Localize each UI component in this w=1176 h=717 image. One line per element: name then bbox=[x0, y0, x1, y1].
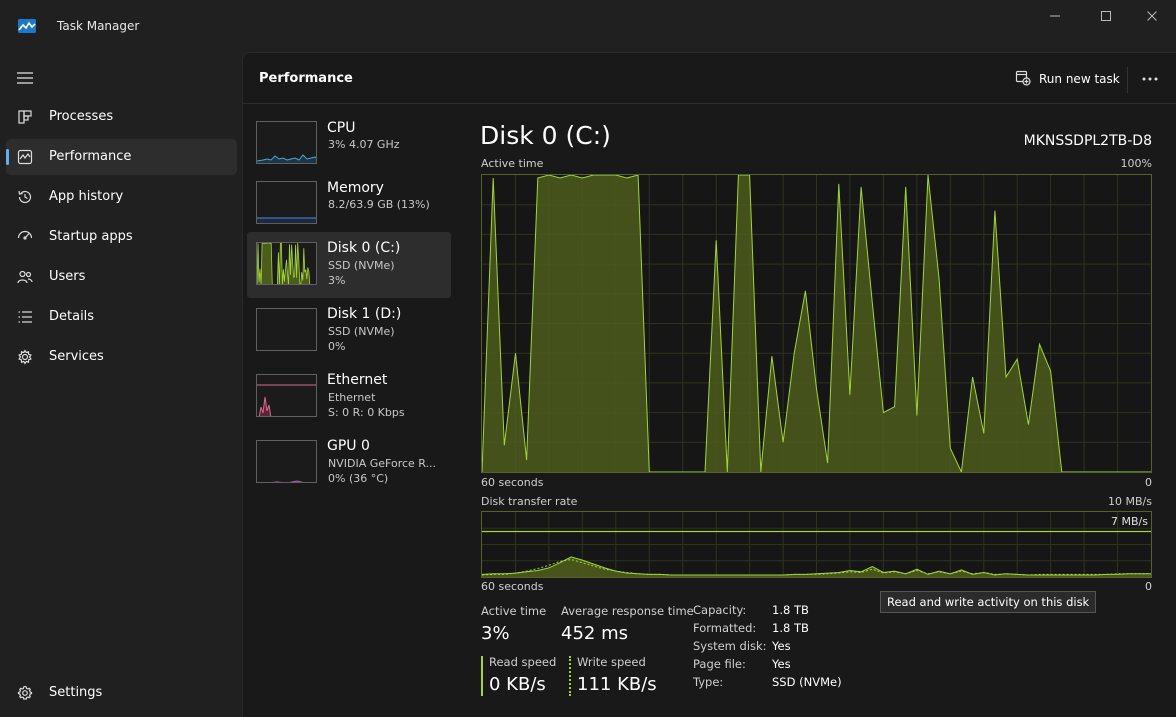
system-disk-value: Yes bbox=[772, 639, 791, 653]
type-label: Type: bbox=[693, 675, 724, 689]
run-new-task-button[interactable]: Run new task bbox=[1013, 68, 1123, 92]
close-button[interactable] bbox=[1137, 6, 1167, 26]
type-value: SSD (NVMe) bbox=[772, 675, 842, 689]
nav-item-settings[interactable]: Settings bbox=[6, 675, 237, 711]
nav-item-startup-apps[interactable]: Startup apps bbox=[6, 219, 237, 255]
hamburger-menu-icon[interactable] bbox=[16, 70, 34, 84]
title-bar: Task Manager bbox=[0, 0, 1176, 52]
device-name: CPU bbox=[327, 120, 356, 136]
device-name: Ethernet bbox=[327, 372, 388, 388]
transfer-rate-chart bbox=[481, 512, 1151, 577]
performance-page: Performance Run new task CPU 3% 4.07 GHz bbox=[242, 52, 1176, 717]
device-detail: Ethernet bbox=[328, 391, 376, 404]
transfer-rate-tooltip: Read and write activity on this disk bbox=[880, 591, 1097, 613]
device-name: Memory bbox=[327, 180, 384, 196]
device-name: GPU 0 bbox=[327, 438, 370, 454]
window-title: Task Manager bbox=[57, 19, 140, 33]
active-time-span-label: 60 seconds bbox=[481, 476, 544, 489]
device-usage: 0% bbox=[328, 340, 346, 353]
details-icon bbox=[17, 309, 33, 325]
active-time-graph bbox=[481, 174, 1152, 474]
device-memory[interactable]: Memory 8.2/63.9 GB (13%) bbox=[247, 173, 451, 239]
device-name: Disk 1 (D:) bbox=[327, 306, 402, 322]
app-history-icon bbox=[17, 189, 33, 205]
transfer-rate-max-label: 10 MB/s bbox=[1108, 495, 1152, 508]
gpu-thumbnail-graph bbox=[256, 440, 317, 483]
device-ethernet[interactable]: Ethernet Ethernet S: 0 R: 0 Kbps bbox=[247, 364, 451, 430]
active-indicator bbox=[6, 149, 9, 165]
device-detail: 8.2/63.9 GB (13%) bbox=[328, 198, 430, 211]
processes-icon bbox=[17, 109, 33, 125]
page-file-value: Yes bbox=[772, 657, 791, 671]
maximize-button[interactable] bbox=[1091, 6, 1121, 26]
nav-item-details[interactable]: Details bbox=[6, 299, 237, 335]
transfer-zero-label: 0 bbox=[1145, 580, 1152, 593]
read-speed-label: Read speed bbox=[489, 655, 557, 669]
nav-item-performance[interactable]: Performance bbox=[6, 139, 237, 175]
task-manager-icon bbox=[18, 18, 36, 33]
capacity-label: Capacity: bbox=[693, 603, 747, 617]
write-speed-indicator bbox=[569, 656, 571, 696]
transfer-reference-label: 7 MB/s bbox=[1111, 515, 1148, 528]
device-cpu[interactable]: CPU 3% 4.07 GHz bbox=[247, 113, 451, 179]
disk-1-thumbnail-graph bbox=[256, 308, 317, 351]
header-divider bbox=[243, 103, 1176, 104]
cpu-thumbnail-graph bbox=[256, 121, 317, 164]
page-file-label: Page file: bbox=[693, 657, 746, 671]
device-detail: SSD (NVMe) bbox=[328, 259, 395, 272]
device-detail: SSD (NVMe) bbox=[328, 325, 395, 338]
device-usage: 0% (36 °C) bbox=[328, 472, 389, 485]
device-detail: NVIDIA GeForce R... bbox=[328, 457, 437, 470]
device-disk-0[interactable]: Disk 0 (C:) SSD (NVMe) 3% bbox=[247, 232, 451, 298]
nav-item-processes[interactable]: Processes bbox=[6, 99, 237, 135]
startup-apps-icon bbox=[17, 229, 33, 245]
device-disk-1[interactable]: Disk 1 (D:) SSD (NVMe) 0% bbox=[247, 298, 451, 364]
minimize-button[interactable] bbox=[1040, 6, 1070, 26]
active-time-chart bbox=[481, 174, 1151, 474]
write-speed-value: 111 KB/s bbox=[577, 674, 657, 695]
header-separator bbox=[1127, 67, 1128, 93]
formatted-value: 1.8 TB bbox=[772, 621, 809, 635]
device-name: Disk 0 (C:) bbox=[327, 240, 401, 256]
performance-icon bbox=[17, 149, 33, 165]
active-time-graph-label: Active time bbox=[481, 157, 544, 170]
transfer-rate-graph-label: Disk transfer rate bbox=[481, 495, 578, 508]
active-time-zero-label: 0 bbox=[1145, 476, 1152, 489]
active-time-stat-label: Active time bbox=[481, 604, 547, 618]
users-icon bbox=[17, 269, 33, 285]
write-speed-label: Write speed bbox=[577, 655, 646, 669]
active-time-max-label: 100% bbox=[1120, 157, 1152, 170]
ethernet-thumbnail-graph bbox=[256, 374, 317, 417]
disk-model: MKNSSDPL2TB-D8 bbox=[1023, 133, 1152, 149]
read-speed-indicator bbox=[481, 656, 483, 696]
device-detail: 3% 4.07 GHz bbox=[328, 138, 400, 151]
device-gpu-0[interactable]: GPU 0 NVIDIA GeForce R... 0% (36 °C) bbox=[247, 430, 451, 496]
read-speed-value: 0 KB/s bbox=[489, 674, 546, 695]
run-new-task-icon bbox=[1015, 70, 1031, 90]
page-title: Performance bbox=[259, 71, 353, 86]
settings-gear-icon bbox=[17, 685, 33, 701]
memory-thumbnail-graph bbox=[256, 181, 317, 224]
disk-0-thumbnail-graph bbox=[256, 242, 317, 285]
disk-title: Disk 0 (C:) bbox=[480, 121, 611, 150]
active-time-stat-value: 3% bbox=[481, 623, 510, 644]
transfer-span-label: 60 seconds bbox=[481, 580, 544, 593]
system-disk-label: System disk: bbox=[693, 639, 767, 653]
avg-response-label: Average response time bbox=[561, 604, 694, 618]
services-icon bbox=[17, 349, 33, 365]
nav-item-users[interactable]: Users bbox=[6, 259, 237, 295]
more-options-icon[interactable] bbox=[1139, 69, 1161, 89]
device-usage: 3% bbox=[328, 274, 346, 287]
avg-response-value: 452 ms bbox=[561, 623, 628, 644]
device-usage: S: 0 R: 0 Kbps bbox=[328, 406, 405, 419]
nav-item-services[interactable]: Services bbox=[6, 339, 237, 375]
transfer-rate-graph: 7 MB/s bbox=[481, 511, 1152, 578]
navigation-pane: Processes Performance App history Startu… bbox=[0, 52, 242, 717]
formatted-label: Formatted: bbox=[693, 621, 757, 635]
nav-item-app-history[interactable]: App history bbox=[6, 179, 237, 215]
capacity-value: 1.8 TB bbox=[772, 603, 809, 617]
